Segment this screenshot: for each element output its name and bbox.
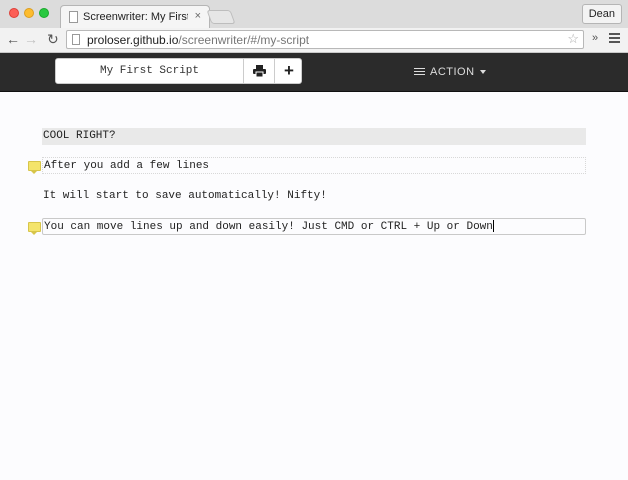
page-icon bbox=[72, 34, 80, 45]
close-window-button[interactable] bbox=[9, 8, 19, 18]
new-tab-button[interactable] bbox=[206, 10, 236, 24]
address-bar[interactable]: proloser.github.io/screenwriter/#/my-scr… bbox=[66, 30, 584, 49]
scene-heading-line[interactable]: COOL RIGHT? bbox=[42, 128, 586, 145]
app-header: + ACTION bbox=[0, 53, 628, 92]
align-icon bbox=[414, 67, 425, 77]
browser-tab[interactable]: Screenwriter: My First Script × bbox=[60, 5, 210, 29]
note-icon[interactable] bbox=[28, 222, 41, 235]
extensions-overflow-icon[interactable]: » bbox=[592, 32, 598, 44]
reload-icon[interactable]: ↻ bbox=[47, 32, 59, 46]
print-icon bbox=[252, 65, 266, 77]
active-line-text: You can move lines up and down easily! J… bbox=[44, 221, 493, 233]
print-button[interactable] bbox=[244, 59, 275, 83]
browser-toolbar: ← → ↻ proloser.github.io/screenwriter/#/… bbox=[0, 28, 628, 53]
text-cursor bbox=[492, 220, 494, 233]
forward-icon[interactable]: → bbox=[24, 32, 38, 46]
profile-button[interactable]: Dean bbox=[581, 4, 622, 24]
action-dropdown[interactable]: ACTION bbox=[414, 66, 486, 78]
script-line[interactable]: After you add a few lines bbox=[42, 157, 586, 174]
tab-close-icon[interactable]: × bbox=[195, 10, 201, 22]
bookmark-star-icon[interactable]: ☆ bbox=[567, 31, 579, 47]
url-path: /screenwriter/#/my-script bbox=[178, 33, 310, 47]
minimize-window-button[interactable] bbox=[24, 8, 34, 18]
caret-down-icon bbox=[479, 70, 486, 75]
action-label: ACTION bbox=[430, 66, 475, 78]
back-icon[interactable]: ← bbox=[6, 32, 20, 46]
browser-tab-bar: Screenwriter: My First Script × Dean bbox=[0, 0, 628, 29]
add-line-button[interactable]: + bbox=[275, 59, 301, 83]
script-editor: COOL RIGHT? After you add a few lines It… bbox=[0, 92, 628, 480]
page-icon bbox=[69, 11, 78, 23]
browser-menu-icon[interactable] bbox=[609, 33, 620, 43]
url-text: proloser.github.io/screenwriter/#/my-scr… bbox=[87, 33, 309, 47]
title-group: + bbox=[55, 58, 302, 84]
script-title-input[interactable] bbox=[56, 59, 244, 83]
url-host: proloser.github.io bbox=[87, 33, 179, 47]
note-icon[interactable] bbox=[28, 161, 41, 174]
script-line[interactable]: It will start to save automatically! Nif… bbox=[42, 188, 586, 205]
zoom-window-button[interactable] bbox=[39, 8, 49, 18]
tab-title: Screenwriter: My First Script bbox=[83, 11, 188, 23]
active-script-line[interactable]: You can move lines up and down easily! J… bbox=[42, 218, 586, 235]
